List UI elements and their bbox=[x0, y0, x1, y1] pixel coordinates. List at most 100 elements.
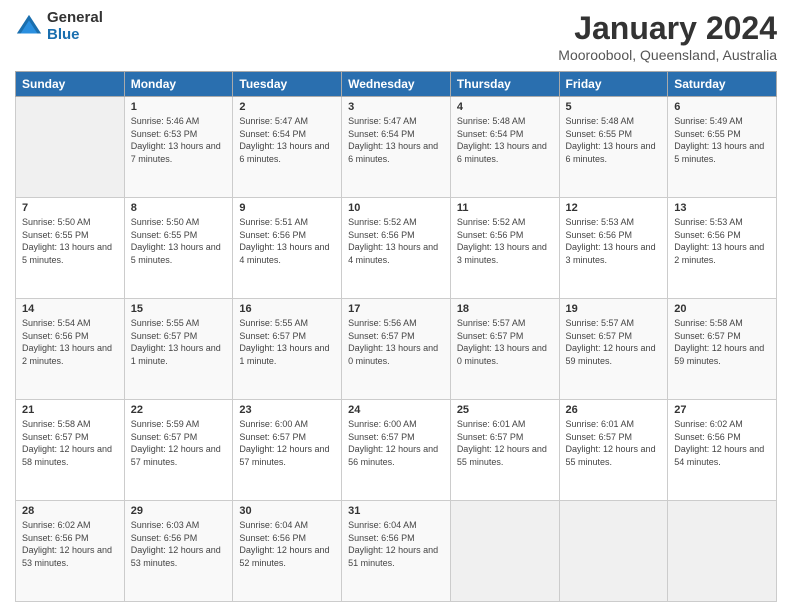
day-number: 22 bbox=[131, 404, 227, 416]
calendar-cell: 25 Sunrise: 6:01 AMSunset: 6:57 PMDayligh… bbox=[450, 400, 559, 501]
day-info: Sunrise: 5:57 AMSunset: 6:57 PMDaylight:… bbox=[566, 317, 662, 367]
day-info: Sunrise: 6:00 AMSunset: 6:57 PMDaylight:… bbox=[348, 418, 444, 468]
day-info: Sunrise: 5:47 AMSunset: 6:54 PMDaylight:… bbox=[239, 115, 335, 165]
day-number: 5 bbox=[566, 101, 662, 113]
calendar-page: General Blue January 2024 Mooroobool, Qu… bbox=[0, 0, 792, 612]
calendar-cell bbox=[559, 501, 668, 602]
calendar-week-4: 28 Sunrise: 6:02 AMSunset: 6:56 PMDayligh… bbox=[16, 501, 777, 602]
day-info: Sunrise: 5:52 AMSunset: 6:56 PMDaylight:… bbox=[457, 216, 553, 266]
day-number: 6 bbox=[674, 101, 770, 113]
day-number: 16 bbox=[239, 303, 335, 315]
day-info: Sunrise: 5:59 AMSunset: 6:57 PMDaylight:… bbox=[131, 418, 227, 468]
calendar-cell: 24Sunrise: 6:00 AMSunset: 6:57 PMDayligh… bbox=[342, 400, 451, 501]
calendar-cell: 15Sunrise: 5:55 AMSunset: 6:57 PMDayligh… bbox=[124, 299, 233, 400]
col-saturday: Saturday bbox=[668, 72, 777, 97]
calendar-cell: 22 Sunrise: 5:59 AMSunset: 6:57 PMDayligh… bbox=[124, 400, 233, 501]
day-number: 30 bbox=[239, 505, 335, 517]
calendar-cell: 3Sunrise: 5:47 AMSunset: 6:54 PMDaylight… bbox=[342, 97, 451, 198]
day-number: 8 bbox=[131, 202, 227, 214]
calendar-cell: 12Sunrise: 5:53 AMSunset: 6:56 PMDayligh… bbox=[559, 198, 668, 299]
day-info: Sunrise: 5:58 AMSunset: 6:57 PMDaylight:… bbox=[674, 317, 770, 367]
header-row: Sunday Monday Tuesday Wednesday Thursday… bbox=[16, 72, 777, 97]
logo-general-text: General bbox=[47, 10, 103, 27]
calendar-cell: 2 Sunrise: 5:47 AMSunset: 6:54 PMDaylight… bbox=[233, 97, 342, 198]
day-info: Sunrise: 5:57 AMSunset: 6:57 PMDaylight:… bbox=[457, 317, 553, 367]
col-friday: Friday bbox=[559, 72, 668, 97]
calendar-cell: 9 Sunrise: 5:51 AMSunset: 6:56 PMDaylight… bbox=[233, 198, 342, 299]
day-info: Sunrise: 5:51 AMSunset: 6:56 PMDaylight:… bbox=[239, 216, 335, 266]
title-section: January 2024 Mooroobool, Queensland, Aus… bbox=[558, 10, 777, 63]
day-info: Sunrise: 5:56 AMSunset: 6:57 PMDaylight:… bbox=[348, 317, 444, 367]
day-info: Sunrise: 5:52 AMSunset: 6:56 PMDaylight:… bbox=[348, 216, 444, 266]
calendar-week-3: 21 Sunrise: 5:58 AMSunset: 6:57 PMDayligh… bbox=[16, 400, 777, 501]
col-wednesday: Wednesday bbox=[342, 72, 451, 97]
day-info: Sunrise: 5:58 AMSunset: 6:57 PMDaylight:… bbox=[22, 418, 118, 468]
calendar-cell: 13 Sunrise: 5:53 AMSunset: 6:56 PMDayligh… bbox=[668, 198, 777, 299]
day-number: 17 bbox=[348, 303, 444, 315]
day-number: 13 bbox=[674, 202, 770, 214]
day-number: 1 bbox=[131, 101, 227, 113]
calendar-cell: 7 Sunrise: 5:50 AMSunset: 6:55 PMDaylight… bbox=[16, 198, 125, 299]
day-number: 9 bbox=[239, 202, 335, 214]
calendar-cell: 20 Sunrise: 5:58 AMSunset: 6:57 PMDayligh… bbox=[668, 299, 777, 400]
day-number: 20 bbox=[674, 303, 770, 315]
calendar-cell: 5 Sunrise: 5:48 AMSunset: 6:55 PMDaylight… bbox=[559, 97, 668, 198]
day-info: Sunrise: 5:54 AMSunset: 6:56 PMDaylight:… bbox=[22, 317, 118, 367]
day-number: 28 bbox=[22, 505, 118, 517]
day-number: 23 bbox=[239, 404, 335, 416]
day-number: 15 bbox=[131, 303, 227, 315]
calendar-cell: 1 Sunrise: 5:46 AMSunset: 6:53 PMDaylight… bbox=[124, 97, 233, 198]
header: General Blue January 2024 Mooroobool, Qu… bbox=[15, 10, 777, 63]
logo-text: General Blue bbox=[47, 10, 103, 43]
calendar-cell bbox=[668, 501, 777, 602]
day-info: Sunrise: 5:50 AMSunset: 6:55 PMDaylight:… bbox=[22, 216, 118, 266]
calendar-week-2: 14Sunrise: 5:54 AMSunset: 6:56 PMDayligh… bbox=[16, 299, 777, 400]
calendar-cell: 16 Sunrise: 5:55 AMSunset: 6:57 PMDayligh… bbox=[233, 299, 342, 400]
day-number: 11 bbox=[457, 202, 553, 214]
calendar-cell: 4Sunrise: 5:48 AMSunset: 6:54 PMDaylight… bbox=[450, 97, 559, 198]
col-monday: Monday bbox=[124, 72, 233, 97]
subtitle: Mooroobool, Queensland, Australia bbox=[558, 47, 777, 63]
day-info: Sunrise: 6:04 AMSunset: 6:56 PMDaylight:… bbox=[239, 519, 335, 569]
calendar-cell: 14Sunrise: 5:54 AMSunset: 6:56 PMDayligh… bbox=[16, 299, 125, 400]
day-info: Sunrise: 6:02 AMSunset: 6:56 PMDaylight:… bbox=[674, 418, 770, 468]
col-thursday: Thursday bbox=[450, 72, 559, 97]
day-info: Sunrise: 5:48 AMSunset: 6:54 PMDaylight:… bbox=[457, 115, 553, 165]
calendar-cell: 27 Sunrise: 6:02 AMSunset: 6:56 PMDayligh… bbox=[668, 400, 777, 501]
day-info: Sunrise: 6:01 AMSunset: 6:57 PMDaylight:… bbox=[457, 418, 553, 468]
calendar-cell: 29Sunrise: 6:03 AMSunset: 6:56 PMDayligh… bbox=[124, 501, 233, 602]
calendar-week-1: 7 Sunrise: 5:50 AMSunset: 6:55 PMDaylight… bbox=[16, 198, 777, 299]
calendar-cell: 6 Sunrise: 5:49 AMSunset: 6:55 PMDaylight… bbox=[668, 97, 777, 198]
day-number: 21 bbox=[22, 404, 118, 416]
day-number: 31 bbox=[348, 505, 444, 517]
logo-icon bbox=[15, 13, 43, 41]
day-number: 29 bbox=[131, 505, 227, 517]
day-info: Sunrise: 5:55 AMSunset: 6:57 PMDaylight:… bbox=[239, 317, 335, 367]
calendar-cell: 23 Sunrise: 6:00 AMSunset: 6:57 PMDayligh… bbox=[233, 400, 342, 501]
calendar-cell: 11 Sunrise: 5:52 AMSunset: 6:56 PMDayligh… bbox=[450, 198, 559, 299]
day-number: 10 bbox=[348, 202, 444, 214]
day-info: Sunrise: 5:53 AMSunset: 6:56 PMDaylight:… bbox=[674, 216, 770, 266]
day-info: Sunrise: 6:00 AMSunset: 6:57 PMDaylight:… bbox=[239, 418, 335, 468]
main-title: January 2024 bbox=[558, 10, 777, 47]
calendar-table: Sunday Monday Tuesday Wednesday Thursday… bbox=[15, 71, 777, 602]
day-info: Sunrise: 5:49 AMSunset: 6:55 PMDaylight:… bbox=[674, 115, 770, 165]
day-info: Sunrise: 6:04 AMSunset: 6:56 PMDaylight:… bbox=[348, 519, 444, 569]
calendar-cell bbox=[16, 97, 125, 198]
day-info: Sunrise: 6:02 AMSunset: 6:56 PMDaylight:… bbox=[22, 519, 118, 569]
calendar-week-0: 1 Sunrise: 5:46 AMSunset: 6:53 PMDaylight… bbox=[16, 97, 777, 198]
calendar-cell: 30 Sunrise: 6:04 AMSunset: 6:56 PMDayligh… bbox=[233, 501, 342, 602]
day-info: Sunrise: 5:53 AMSunset: 6:56 PMDaylight:… bbox=[566, 216, 662, 266]
day-info: Sunrise: 5:50 AMSunset: 6:55 PMDaylight:… bbox=[131, 216, 227, 266]
day-info: Sunrise: 5:46 AMSunset: 6:53 PMDaylight:… bbox=[131, 115, 227, 165]
day-info: Sunrise: 5:48 AMSunset: 6:55 PMDaylight:… bbox=[566, 115, 662, 165]
day-number: 19 bbox=[566, 303, 662, 315]
day-number: 27 bbox=[674, 404, 770, 416]
day-number: 7 bbox=[22, 202, 118, 214]
calendar-cell: 21 Sunrise: 5:58 AMSunset: 6:57 PMDayligh… bbox=[16, 400, 125, 501]
calendar-cell: 17 Sunrise: 5:56 AMSunset: 6:57 PMDayligh… bbox=[342, 299, 451, 400]
calendar-cell: 8 Sunrise: 5:50 AMSunset: 6:55 PMDaylight… bbox=[124, 198, 233, 299]
calendar-cell: 26Sunrise: 6:01 AMSunset: 6:57 PMDayligh… bbox=[559, 400, 668, 501]
day-number: 2 bbox=[239, 101, 335, 113]
day-number: 25 bbox=[457, 404, 553, 416]
